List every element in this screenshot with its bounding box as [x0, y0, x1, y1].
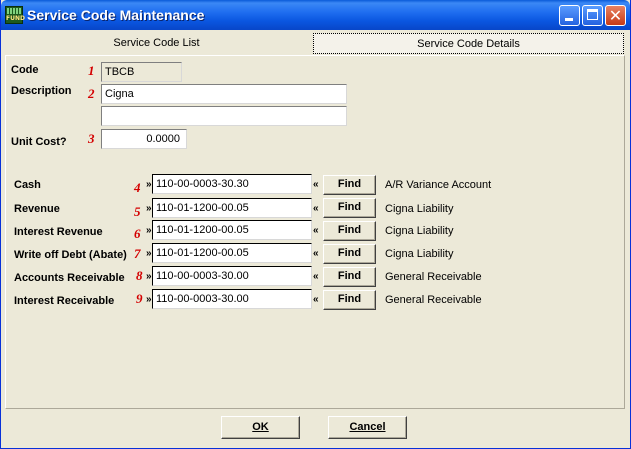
- unit-cost-label: Unit Cost?: [11, 136, 67, 148]
- write-off-debt-account-input[interactable]: 110-01-1200-00.05: [152, 243, 312, 263]
- code-field: TBCB: [101, 62, 182, 82]
- write-off-debt-right-arrow: «: [313, 248, 319, 259]
- maximize-icon: [587, 9, 598, 20]
- marker-2: 2: [88, 86, 95, 101]
- cash-account-input[interactable]: 110-00-0003-30.30: [152, 174, 312, 194]
- description-line1-input[interactable]: Cigna: [101, 84, 347, 104]
- write-off-debt-label: Write off Debt (Abate): [14, 249, 127, 261]
- unit-cost-input[interactable]: 0.0000: [101, 129, 187, 149]
- ok-button[interactable]: OK: [221, 416, 300, 439]
- accounts-receivable-find-button[interactable]: Find: [323, 267, 376, 287]
- interest-receivable-label: Interest Receivable: [14, 295, 115, 307]
- fund-app-icon: FUND: [5, 6, 25, 24]
- marker-7: 7: [134, 246, 141, 261]
- revenue-right-arrow: «: [313, 203, 319, 214]
- title-bar[interactable]: FUND Service Code Maintenance ✕: [1, 0, 630, 30]
- close-button[interactable]: ✕: [605, 5, 626, 26]
- marker-9: 9: [136, 291, 143, 306]
- interest-revenue-find-button[interactable]: Find: [323, 221, 376, 241]
- service-code-window: FUND Service Code Maintenance ✕ Service …: [0, 0, 631, 449]
- accounts-receivable-right-arrow: «: [313, 271, 319, 282]
- minimize-icon: [565, 18, 573, 21]
- cash-label: Cash: [14, 179, 41, 191]
- accounts-receivable-account-input[interactable]: 110-00-0003-30.00: [152, 266, 312, 286]
- cash-find-button[interactable]: Find: [323, 175, 376, 195]
- bottom-button-bar: [5, 412, 625, 444]
- tab-service-code-details[interactable]: Service Code Details: [313, 33, 624, 54]
- interest-receivable-find-button[interactable]: Find: [323, 290, 376, 310]
- interest-receivable-account-input[interactable]: 110-00-0003-30.00: [152, 289, 312, 309]
- interest-revenue-account-description: Cigna Liability: [385, 225, 454, 237]
- interest-revenue-account-input[interactable]: 110-01-1200-00.05: [152, 220, 312, 240]
- window-title: Service Code Maintenance: [27, 7, 205, 23]
- revenue-account-description: Cigna Liability: [385, 203, 454, 215]
- close-icon: ✕: [608, 6, 623, 25]
- marker-3: 3: [88, 131, 95, 146]
- marker-5: 5: [134, 204, 141, 219]
- marker-1: 1: [88, 63, 95, 78]
- write-off-debt-left-arrow: »: [146, 248, 152, 259]
- maximize-button[interactable]: [582, 5, 603, 26]
- revenue-left-arrow: »: [146, 203, 152, 214]
- cash-account-description: A/R Variance Account: [385, 179, 492, 191]
- marker-4: 4: [134, 180, 141, 195]
- marker-6: 6: [134, 226, 141, 241]
- write-off-debt-account-description: Cigna Liability: [385, 248, 454, 260]
- interest-revenue-label: Interest Revenue: [14, 226, 103, 238]
- interest-revenue-left-arrow: »: [146, 225, 152, 236]
- accounts-receivable-account-description: General Receivable: [385, 271, 482, 283]
- description-label: Description: [11, 85, 72, 97]
- revenue-label: Revenue: [14, 203, 60, 215]
- marker-8: 8: [136, 268, 143, 283]
- description-line2-input[interactable]: [101, 106, 347, 126]
- code-label: Code: [11, 64, 39, 76]
- cash-right-arrow: «: [313, 179, 319, 190]
- app-icon-text: FUND: [6, 15, 25, 22]
- cancel-button[interactable]: Cancel: [328, 416, 407, 439]
- tab-service-code-list[interactable]: Service Code List: [5, 33, 308, 54]
- revenue-account-input[interactable]: 110-01-1200-00.05: [152, 198, 312, 218]
- accounts-receivable-left-arrow: »: [146, 271, 152, 282]
- interest-receivable-account-description: General Receivable: [385, 294, 482, 306]
- revenue-find-button[interactable]: Find: [323, 198, 376, 218]
- interest-revenue-right-arrow: «: [313, 225, 319, 236]
- minimize-button[interactable]: [559, 5, 580, 26]
- interest-receivable-right-arrow: «: [313, 294, 319, 305]
- accounts-receivable-label: Accounts Receivable: [14, 272, 125, 284]
- interest-receivable-left-arrow: »: [146, 294, 152, 305]
- cash-left-arrow: »: [146, 179, 152, 190]
- write-off-debt-find-button[interactable]: Find: [323, 244, 376, 264]
